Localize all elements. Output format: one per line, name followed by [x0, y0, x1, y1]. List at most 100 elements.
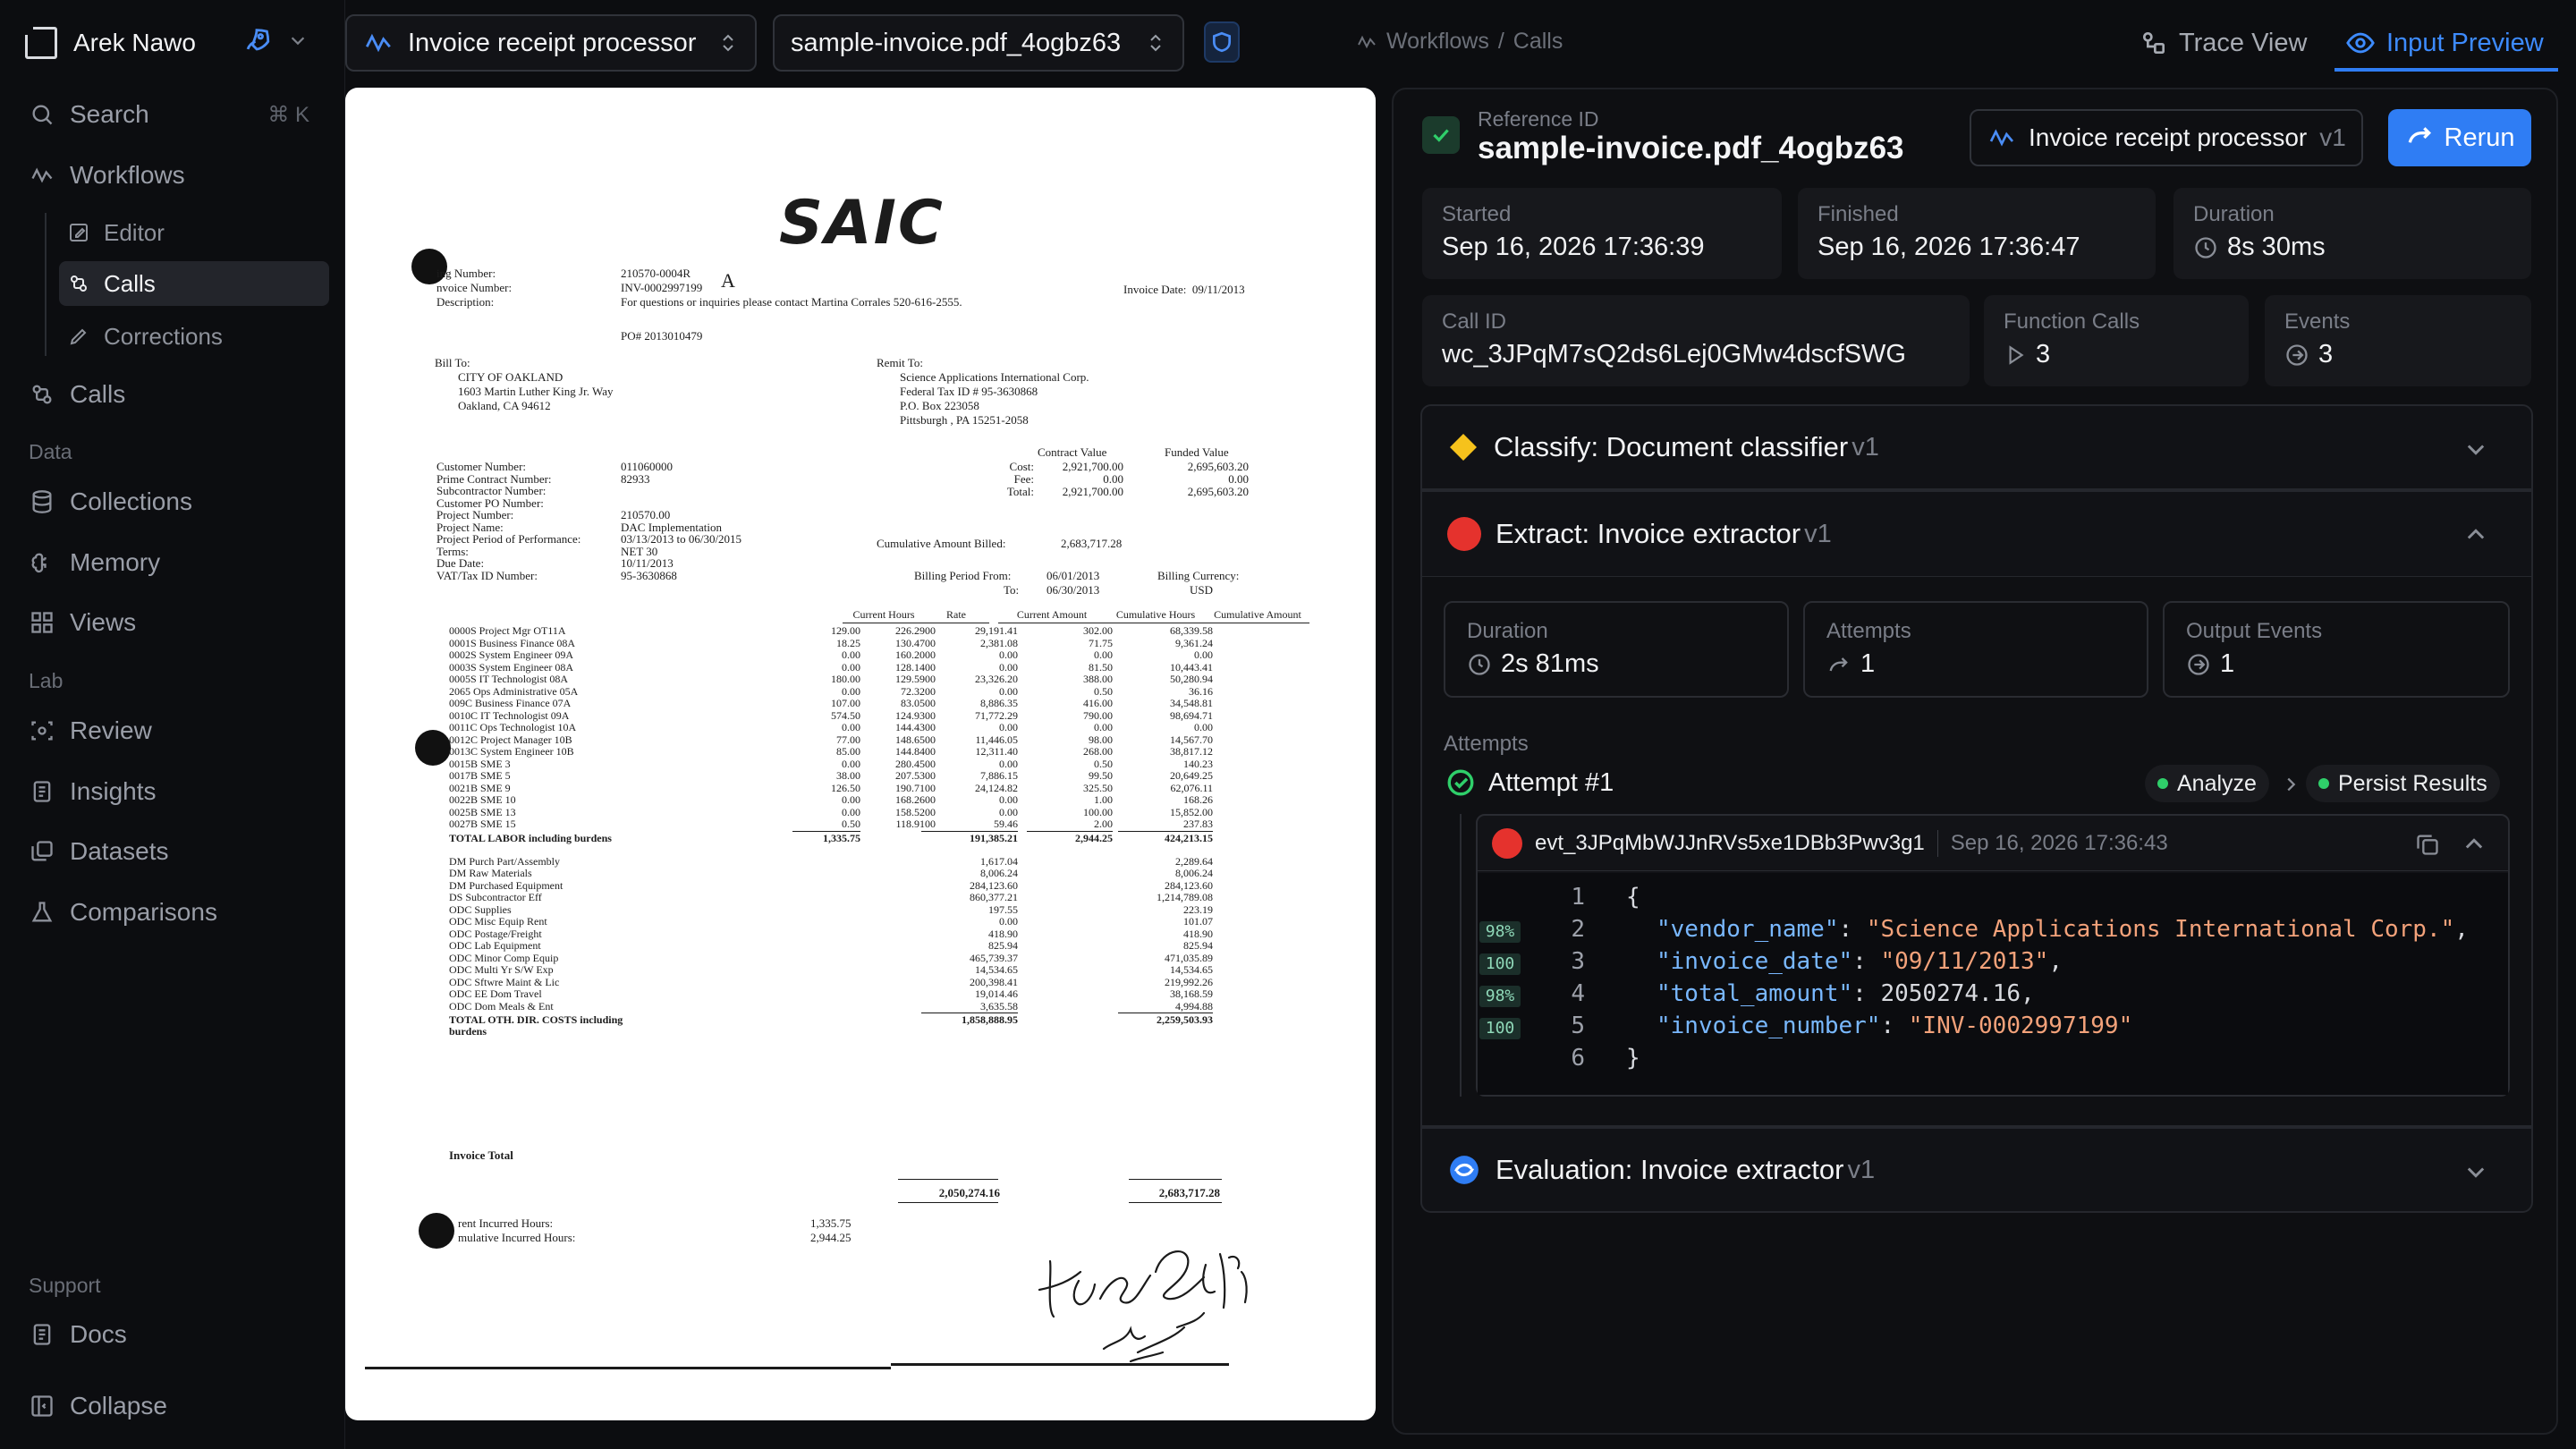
collapse-button[interactable]: Collapse	[23, 1385, 327, 1428]
docs-icon	[29, 1321, 55, 1348]
invoice-number-label: nvoice Number:	[436, 281, 513, 294]
call-id-value[interactable]: wc_3JPqM7sQ2ds6Lej0GMw4dscfSWG	[1442, 340, 1906, 369]
file-select-value: sample-invoice.pdf_4ogbz63	[791, 28, 1122, 57]
chevron-right-icon	[2287, 777, 2296, 792]
workspace-switcher[interactable]	[242, 25, 308, 55]
rocket-icon	[246, 29, 270, 51]
workflow-select-value: Invoice receipt processor	[408, 28, 697, 57]
rerun-button[interactable]: Rerun	[2388, 109, 2531, 166]
check-circle-icon	[1447, 769, 1474, 796]
line-item-value: 4,994.88	[1175, 999, 1213, 1013]
shield-icon	[1212, 31, 1232, 53]
calls-icon	[29, 381, 55, 408]
column-header: Cumulative Hours	[1104, 608, 1208, 623]
company-logo: SAIC	[779, 188, 945, 258]
retry-icon	[1829, 657, 1848, 671]
billing-number-label: ing Number:	[436, 267, 496, 280]
step-title: Extract: Invoice extractor	[1496, 518, 1801, 549]
cumulative-billed: 2,683,717.28	[1061, 537, 1123, 550]
step-title: Evaluation: Invoice extractor	[1496, 1154, 1844, 1185]
json-key: "total_amount"	[1657, 980, 1853, 1007]
sidebar-item-corrections[interactable]: Corrections	[59, 314, 329, 359]
search-button[interactable]: Search ⌘ K	[23, 93, 327, 136]
workflow-select[interactable]: Invoice receipt processor	[345, 14, 757, 72]
rerun-icon	[2408, 127, 2431, 143]
tab-trace-view[interactable]: Trace View	[2140, 20, 2307, 66]
step-extract[interactable]: Extract: Invoice extractor v1	[1420, 490, 2533, 576]
tab-label: Input Preview	[2386, 28, 2544, 57]
chevron-up-icon	[2467, 529, 2485, 539]
cost-label: Fee:	[1013, 472, 1034, 486]
document-preview[interactable]: SAIC ing Number: 210570-0004R nvoice Num…	[345, 88, 1376, 1420]
sidebar-item-comparisons[interactable]: Comparisons	[23, 891, 327, 934]
footer-rule	[891, 1363, 1229, 1366]
json-value: "INV-0002997199"	[1908, 1013, 2133, 1039]
redaction-mark	[419, 1213, 454, 1249]
sidebar-item-review[interactable]: Review	[23, 709, 327, 752]
step-evaluation[interactable]: Evaluation: Invoice extractor v1	[1420, 1127, 2533, 1213]
event-header[interactable]: evt_3JPqMbWJJnRVs5xe1DBb3Pwv3g1 Sep 16, …	[1478, 816, 2508, 871]
sidebar-item-collections[interactable]: Collections	[23, 480, 327, 523]
section-label-lab: Lab	[29, 669, 64, 692]
arrow-circle-icon	[2188, 653, 2209, 675]
description-label: Description:	[436, 295, 495, 309]
redaction-mark	[415, 730, 451, 766]
brain-icon	[29, 549, 55, 576]
step-classify[interactable]: Classify: Document classifier v1	[1420, 404, 2533, 490]
labor-total-value: 191,385.21	[970, 831, 1018, 844]
breadcrumb-calls[interactable]: Calls	[1513, 29, 1563, 55]
workflow-chip-label: Invoice receipt processor	[2029, 123, 2308, 151]
chevron-updown-icon	[1150, 34, 1161, 52]
search-shortcut: ⌘ K	[267, 102, 309, 127]
sidebar-item-calls-sub[interactable]: Calls	[59, 261, 329, 306]
extract-output: 1	[2186, 649, 2234, 679]
sidebar-item-memory[interactable]: Memory	[23, 541, 327, 584]
bill-to-line: Oakland, CA 94612	[458, 399, 551, 412]
breadcrumb-workflows[interactable]: Workflows	[1386, 29, 1489, 55]
sidebar-item-datasets[interactable]: Datasets	[23, 830, 327, 873]
chevron-up-icon[interactable]	[2462, 832, 2487, 857]
record-icon	[1447, 517, 1481, 551]
security-button[interactable]	[1204, 21, 1240, 63]
funded-value-label: Funded Value	[1165, 445, 1229, 459]
billing-currency: USD	[1190, 583, 1214, 597]
sidebar-item-editor[interactable]: Editor	[59, 210, 329, 255]
sidebar-item-workflows[interactable]: Workflows	[23, 154, 327, 197]
tab-input-preview[interactable]: Input Preview	[2345, 20, 2544, 66]
workflow-icon	[1989, 129, 2014, 147]
sidebar-item-label: Datasets	[70, 837, 169, 865]
total-rule	[898, 1179, 998, 1180]
sidebar-item-label: Editor	[104, 218, 165, 246]
tab-label: Trace View	[2179, 28, 2308, 57]
column-header: Cumulative Amount	[1206, 608, 1309, 623]
step-title: Classify: Document classifier	[1494, 431, 1849, 462]
attempt-header[interactable]: Attempt #1	[1445, 767, 1614, 798]
duration-label: Duration	[2193, 202, 2275, 226]
sidebar-item-views[interactable]: Views	[23, 601, 327, 644]
edit-icon	[66, 220, 91, 245]
funded-value: 0.00	[1228, 472, 1249, 486]
copy-icon[interactable]	[2415, 832, 2440, 857]
stage-persist-results[interactable]: Persist Results	[2306, 765, 2500, 802]
started-label: Started	[1442, 202, 1512, 226]
workspace-header[interactable]: Arek Nawo	[22, 24, 196, 61]
remit-to-line: P.O. Box 223058	[900, 399, 979, 412]
search-icon	[29, 101, 55, 128]
handwritten-mark: A	[721, 269, 735, 292]
workflow-chip[interactable]: Invoice receipt processor v1	[1970, 109, 2363, 166]
sidebar-item-label: Corrections	[104, 322, 223, 350]
eye-icon	[2346, 32, 2375, 54]
json-line-total: "total_amount": 2050274.16,	[1657, 980, 2035, 1007]
sidebar-item-calls[interactable]: Calls	[23, 373, 327, 416]
file-select[interactable]: sample-invoice.pdf_4ogbz63	[773, 14, 1184, 72]
sidebar-item-insights[interactable]: Insights	[23, 770, 327, 813]
user-name: Arek Nawo	[73, 29, 196, 56]
event-json-viewer[interactable]: 1 2 3 4 5 6 98% 100 98% 100 { "vendor_na…	[1478, 873, 2508, 1095]
stage-analyze[interactable]: Analyze	[2145, 765, 2269, 802]
chevron-down-icon	[2467, 445, 2485, 455]
sidebar-item-docs[interactable]: Docs	[23, 1313, 327, 1356]
play-icon	[2009, 344, 2024, 365]
contract-value: 2,921,700.00	[1062, 460, 1123, 473]
event-time: Sep 16, 2026 17:36:43	[1950, 830, 2168, 855]
status-dot	[2318, 778, 2329, 789]
